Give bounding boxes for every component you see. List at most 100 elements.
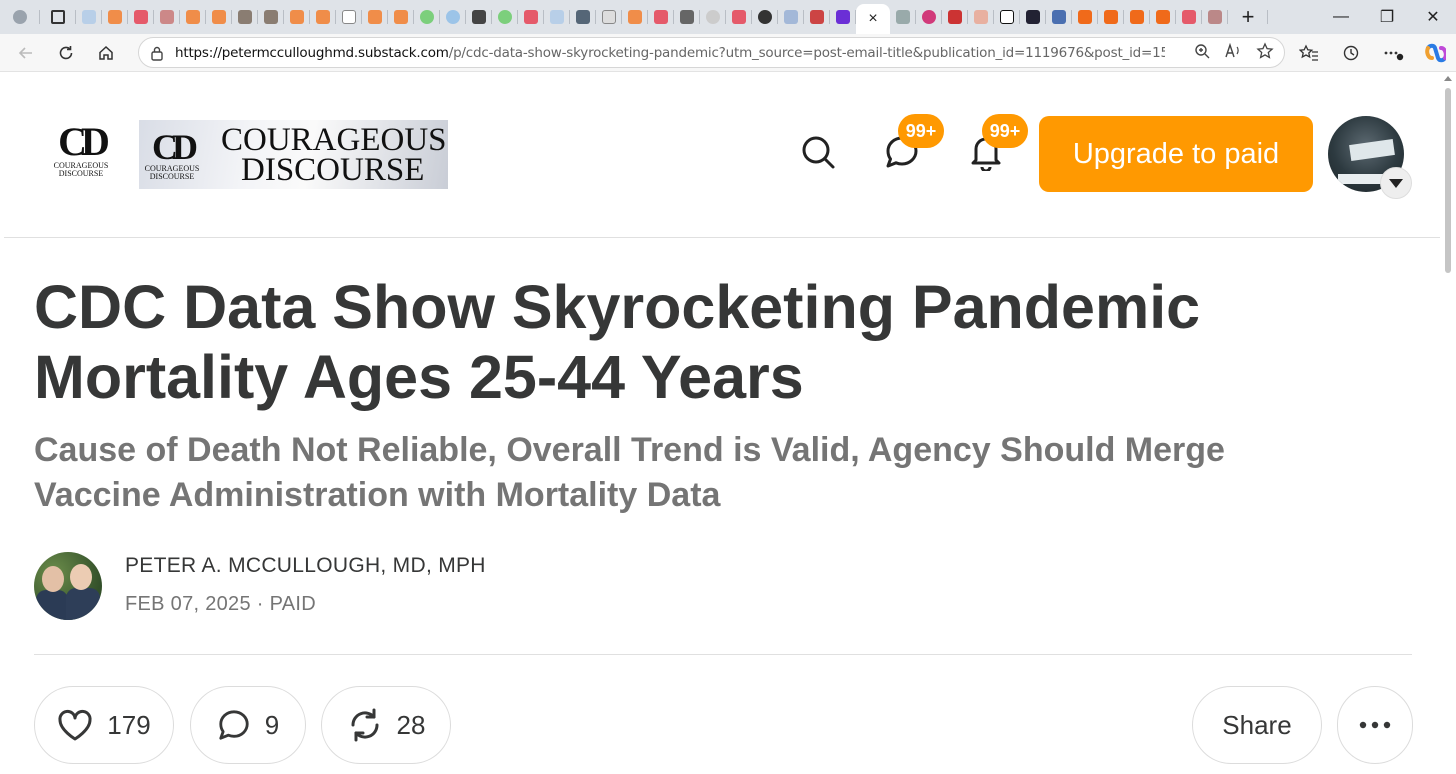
tab-favicon[interactable] — [310, 0, 336, 34]
lock-icon[interactable] — [139, 45, 175, 61]
wordmark-text: COURAGEOUS DISCOURSE — [221, 121, 447, 186]
notifications-badge: 99+ — [982, 114, 1028, 148]
browser-tools — [1288, 34, 1456, 72]
active-tab-close-icon[interactable]: × — [856, 4, 890, 34]
tab-favicon[interactable] — [362, 0, 388, 34]
new-tab-button[interactable]: + — [1228, 0, 1268, 34]
favorite-star-icon[interactable] — [1256, 42, 1274, 65]
share-button[interactable]: Share — [1192, 686, 1322, 764]
more-tools-icon[interactable] — [1372, 34, 1414, 72]
tab-favicon[interactable] — [1124, 0, 1150, 34]
url-text[interactable]: https://petermcculloughmd.substack.com/p… — [175, 45, 1165, 61]
zoom-icon[interactable] — [1194, 43, 1210, 64]
tab-favicon[interactable] — [102, 0, 128, 34]
tab-favicon[interactable] — [128, 0, 154, 34]
maximize-icon[interactable]: ❐ — [1364, 0, 1410, 34]
comment-button[interactable]: 9 — [190, 686, 306, 764]
tab-favicon[interactable] — [830, 0, 856, 34]
tab-favicon[interactable] — [1046, 0, 1072, 34]
refresh-icon[interactable] — [46, 34, 86, 72]
back-icon[interactable] — [6, 34, 46, 72]
account-menu-button[interactable] — [1380, 167, 1412, 199]
url-path: /p/cdc-data-show-skyrocketing-pandemic?u… — [448, 44, 1165, 61]
tab-favicon[interactable] — [1176, 0, 1202, 34]
tab-favicon[interactable] — [648, 0, 674, 34]
tab-favicon[interactable] — [916, 0, 942, 34]
divider — [34, 654, 1412, 655]
tab-favicon[interactable] — [180, 0, 206, 34]
tab-favicon[interactable] — [890, 0, 916, 34]
tab-favicon[interactable] — [1150, 0, 1176, 34]
tab-favicon[interactable] — [1072, 0, 1098, 34]
upgrade-button[interactable]: Upgrade to paid — [1039, 116, 1313, 192]
home-icon[interactable] — [86, 34, 126, 72]
banner-logo-mark: CD — [152, 126, 198, 167]
tab-favicon[interactable] — [154, 0, 180, 34]
tab-favicon[interactable] — [1202, 0, 1228, 34]
scrollbar-thumb[interactable] — [1445, 88, 1451, 273]
tab-favicon[interactable] — [518, 0, 544, 34]
tab-favicon[interactable] — [752, 0, 778, 34]
tab-favicon[interactable] — [544, 0, 570, 34]
restack-button[interactable]: 28 — [321, 686, 451, 764]
tab-favicon[interactable] — [206, 0, 232, 34]
like-count: 179 — [107, 709, 151, 740]
tab-favicon[interactable] — [258, 0, 284, 34]
chat-button[interactable]: 99+ — [882, 114, 944, 172]
history-icon[interactable] — [1330, 34, 1372, 72]
tab-favicon[interactable] — [596, 0, 622, 34]
vertical-scrollbar[interactable] — [1440, 72, 1456, 774]
tab-favicon[interactable] — [570, 0, 596, 34]
restack-icon — [351, 708, 379, 742]
comment-count: 9 — [264, 709, 280, 740]
logo-mark: CD — [58, 119, 110, 164]
ellipsis-icon — [1359, 721, 1391, 729]
tab-favicon[interactable] — [1020, 0, 1046, 34]
tab-favicon[interactable] — [414, 0, 440, 34]
publication-logo[interactable]: CD COURAGEOUS DISCOURSE — [48, 122, 114, 188]
author-name[interactable]: PETER A. MCCULLOUGH, MD, MPH — [125, 554, 486, 578]
copilot-icon[interactable] — [1414, 34, 1456, 72]
tab-strip: × + — ❐ ✕ — [0, 0, 1456, 34]
tab-favicon[interactable] — [232, 0, 258, 34]
tab-favicon[interactable] — [804, 0, 830, 34]
favorites-icon[interactable] — [1288, 34, 1330, 72]
scroll-up-icon[interactable] — [1444, 76, 1452, 81]
notifications-button[interactable]: 99+ — [966, 114, 1028, 172]
minimize-icon[interactable]: — — [1318, 0, 1364, 34]
more-options-button[interactable] — [1337, 686, 1413, 764]
comment-icon — [219, 710, 249, 740]
window-controls: — ❐ ✕ — [1318, 0, 1456, 34]
author-avatar[interactable] — [34, 552, 102, 620]
tab-favicon[interactable] — [778, 0, 804, 34]
like-button[interactable]: 179 — [34, 686, 174, 764]
tab-favicon[interactable] — [492, 0, 518, 34]
tab-favicon[interactable] — [994, 0, 1020, 34]
tab-favicon[interactable] — [942, 0, 968, 34]
address-bar[interactable]: https://petermcculloughmd.substack.com/p… — [138, 37, 1285, 68]
chevron-down-icon — [1389, 178, 1403, 188]
post-date-meta: FEB 07, 2025 · PAID — [125, 593, 316, 615]
tab-favicon[interactable] — [76, 0, 102, 34]
tab-favicon[interactable] — [968, 0, 994, 34]
tab-favicon[interactable] — [336, 0, 362, 34]
tab-favicon[interactable] — [726, 0, 752, 34]
tab-favicon[interactable] — [284, 0, 310, 34]
profile-icon[interactable] — [0, 0, 40, 34]
tab-favicon[interactable] — [466, 0, 492, 34]
banner-caption-line2: DISCOURSE — [149, 171, 195, 181]
tab-favicon[interactable] — [674, 0, 700, 34]
tab-favicon[interactable] — [700, 0, 726, 34]
tab-actions-icon[interactable] — [40, 0, 76, 34]
post-subtitle: Cause of Death Not Reliable, Overall Tre… — [34, 431, 1225, 514]
publication-wordmark[interactable]: CD COURAGEOUS DISCOURSE COURAGEOUS DISCO… — [139, 120, 448, 189]
close-window-icon[interactable]: ✕ — [1410, 0, 1456, 34]
tab-favicon[interactable] — [622, 0, 648, 34]
tab-favicon[interactable] — [440, 0, 466, 34]
search-icon[interactable] — [798, 132, 838, 172]
wordmark-line1: COURAGEOUS — [221, 121, 447, 158]
tab-favicon[interactable] — [388, 0, 414, 34]
tab-favicon[interactable] — [1098, 0, 1124, 34]
read-aloud-icon[interactable] — [1224, 42, 1242, 64]
share-label: Share — [1222, 709, 1292, 740]
